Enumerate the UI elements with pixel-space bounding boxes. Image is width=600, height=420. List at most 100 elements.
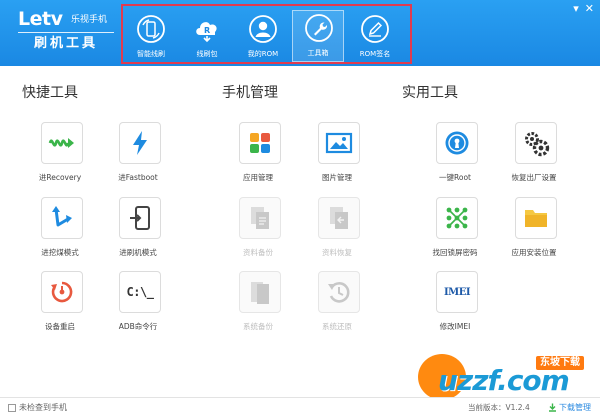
- tool-app-manage[interactable]: 应用管理: [222, 122, 294, 190]
- tool-restart[interactable]: 设备重启: [24, 271, 96, 339]
- tool-label: 资料恢复: [322, 248, 352, 257]
- tool-label: 进挖煤模式: [41, 248, 79, 257]
- tool-icon-box: [239, 122, 281, 164]
- section-title-quick: 快捷工具: [22, 85, 78, 101]
- tool-label: 进Fastboot: [118, 173, 158, 182]
- tool-label: 进刷机模式: [119, 248, 157, 257]
- tool-label: 应用管理: [243, 173, 273, 182]
- logo-brand-cn: 乐视手机: [71, 15, 108, 25]
- image-icon: [325, 132, 353, 154]
- tool-modify-imei[interactable]: IMEI 修改IMEI: [419, 271, 491, 339]
- tool-system-backup[interactable]: 系统备份: [222, 271, 294, 339]
- tool-icon-box: [436, 122, 478, 164]
- tool-icon-box: [119, 122, 161, 164]
- wrench-icon: [305, 14, 333, 42]
- nav-toolbox[interactable]: 工具箱: [292, 10, 344, 62]
- tool-find-lock-password[interactable]: 找回锁屏密码: [419, 197, 491, 265]
- phone-enter-icon: [130, 206, 150, 230]
- data-restore-icon: [330, 207, 348, 229]
- tool-label: 恢复出厂设置: [511, 173, 557, 182]
- imei-icon: IMEI: [443, 286, 471, 298]
- nav-label: ROM签名: [359, 50, 391, 58]
- window-controls: ▾ ✕: [573, 3, 594, 15]
- tool-data-backup[interactable]: 资料备份: [222, 197, 294, 265]
- terminal-icon: C:\_: [126, 285, 154, 299]
- download-manager-link[interactable]: 下载管理: [548, 402, 591, 413]
- nav-flash-package[interactable]: R 线刷包: [181, 12, 233, 64]
- arrow-icon: [52, 206, 72, 227]
- tool-label: 修改IMEI: [439, 322, 471, 331]
- restart-icon: [51, 281, 73, 303]
- logo-divider: [18, 32, 114, 33]
- tool-recovery[interactable]: 进Recovery: [24, 122, 96, 190]
- tool-icon-box: [41, 197, 83, 239]
- tool-label: 进Recovery: [38, 173, 82, 182]
- tool-label: 系统还原: [322, 322, 352, 331]
- gears-icon: [525, 132, 550, 157]
- tool-label: 设备重启: [45, 322, 75, 331]
- tool-label: 一键Root: [439, 173, 471, 182]
- section-title-phone: 手机管理: [222, 85, 278, 101]
- tool-icon-box: [239, 271, 281, 313]
- tool-icon-box: [436, 197, 478, 239]
- watermark-text: uzzf.com: [438, 364, 570, 397]
- nav-my-rom[interactable]: 我的ROM: [237, 12, 289, 64]
- tool-coal-mode[interactable]: 进挖煤模式: [24, 197, 96, 265]
- tool-icon-box: [318, 197, 360, 239]
- watermark-badge: 东坡下载: [536, 356, 584, 370]
- main-nav: 智能线刷 R 线刷包 我的ROM 工具箱 ROM签名: [121, 4, 412, 64]
- watermark: uzzf.com 东坡下载: [408, 352, 600, 400]
- status-bar: 未检查到手机 当前版本：V1.2.4 下载管理: [0, 397, 600, 420]
- apps-icon: [250, 133, 270, 153]
- download-manager-label: 下载管理: [559, 403, 591, 412]
- system-backup-icon: [251, 282, 269, 304]
- recovery-icon: [48, 138, 74, 148]
- svg-text:R: R: [204, 26, 210, 35]
- tool-label: 资料备份: [243, 248, 273, 257]
- tool-icon-box: [41, 122, 83, 164]
- tool-flash-mode[interactable]: 进刷机模式: [102, 197, 174, 265]
- tool-factory-reset[interactable]: 恢复出厂设置: [498, 122, 570, 190]
- device-status-text: 未检查到手机: [19, 403, 67, 412]
- cloud-rom-icon: R: [196, 22, 217, 43]
- tool-icon-box: IMEI: [436, 271, 478, 313]
- keyhole-icon: [445, 131, 469, 155]
- section-title-utility: 实用工具: [402, 85, 458, 101]
- logo-brand: Letv: [18, 8, 63, 30]
- tool-app-install-location[interactable]: 应用安装位置: [498, 197, 570, 265]
- system-restore-icon: [328, 282, 350, 303]
- tool-adb[interactable]: C:\_ ADB命令行: [102, 271, 174, 339]
- tool-label: 应用安装位置: [511, 248, 557, 257]
- minimize-button[interactable]: ▾: [573, 3, 579, 15]
- tool-image-manage[interactable]: 图片管理: [301, 122, 373, 190]
- download-icon: [549, 403, 556, 412]
- tool-icon-box: C:\_: [119, 271, 161, 313]
- pen-icon: [361, 15, 389, 43]
- app-logo: Letv 乐视手机 刷机工具: [18, 8, 118, 58]
- tool-fastboot[interactable]: 进Fastboot: [102, 122, 174, 190]
- pattern-lock-icon: [446, 207, 468, 229]
- nav-smart-flash[interactable]: 智能线刷: [125, 12, 177, 64]
- user-icon: [249, 15, 277, 43]
- nav-rom-sign[interactable]: ROM签名: [349, 12, 401, 64]
- title-bar: ▾ ✕ Letv 乐视手机 刷机工具 智能线刷 R 线刷包 我的ROM 工具箱 …: [0, 0, 600, 66]
- version-text: 当前版本：V1.2.4: [468, 403, 530, 412]
- tool-label: 系统备份: [243, 322, 273, 331]
- device-status: 未检查到手机: [8, 403, 67, 413]
- tool-icon-box: [318, 122, 360, 164]
- phone-status-icon: [8, 404, 16, 412]
- tool-one-key-root[interactable]: 一键Root: [419, 122, 491, 190]
- tool-data-restore[interactable]: 资料恢复: [301, 197, 373, 265]
- tool-icon-box: [515, 122, 557, 164]
- data-backup-icon: [251, 207, 269, 229]
- folder-icon: [525, 210, 547, 227]
- close-button[interactable]: ✕: [585, 3, 594, 15]
- tool-system-restore[interactable]: 系统还原: [301, 271, 373, 339]
- logo-subtitle: 刷机工具: [34, 36, 99, 51]
- tool-label: 图片管理: [322, 173, 352, 182]
- tool-icon-box: [515, 197, 557, 239]
- tool-icon-box: [318, 271, 360, 313]
- phone-refresh-icon: [137, 15, 165, 43]
- tool-label: ADB命令行: [118, 322, 158, 331]
- lightning-icon: [133, 131, 147, 155]
